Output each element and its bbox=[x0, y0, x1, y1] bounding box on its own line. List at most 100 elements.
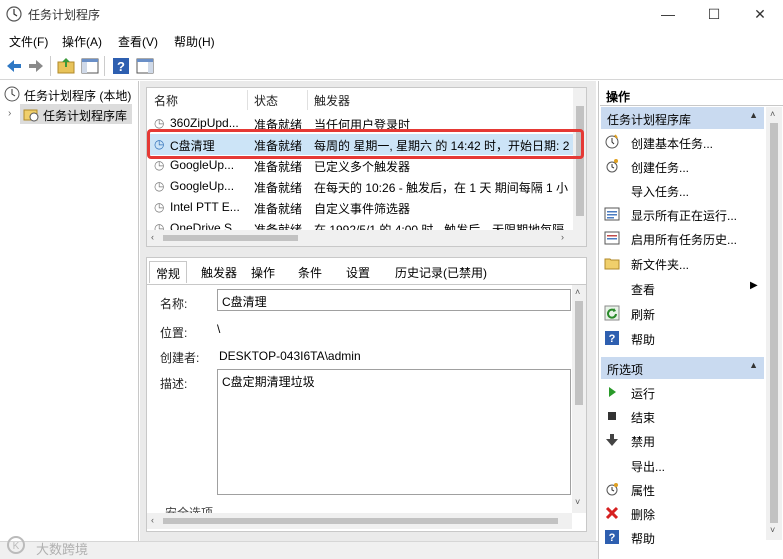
scroll-right-icon[interactable]: › bbox=[561, 232, 564, 242]
menu-file[interactable]: 文件(F) bbox=[9, 33, 48, 50]
forward-arrow-icon[interactable] bbox=[26, 56, 46, 76]
back-arrow-icon[interactable] bbox=[4, 56, 24, 76]
vscroll-thumb[interactable] bbox=[770, 123, 778, 523]
divider bbox=[600, 105, 783, 106]
tab-settings[interactable]: 设置 bbox=[340, 261, 376, 283]
console-tree bbox=[0, 81, 139, 541]
collapse-icon[interactable]: ▲ bbox=[749, 110, 758, 120]
folder-up-icon[interactable] bbox=[56, 56, 76, 76]
svg-text:?: ? bbox=[609, 532, 616, 544]
running-tasks-icon bbox=[604, 207, 620, 221]
task-list: 名称 状态 触发器 ◷ 360ZipUpd... 准备就绪 当任何用户登录时 ◷… bbox=[146, 87, 587, 247]
action-view[interactable]: 查看 ▶ bbox=[604, 278, 764, 298]
location-label: 位置: bbox=[160, 326, 188, 340]
action-disable[interactable]: 禁用 bbox=[604, 430, 764, 450]
action-properties[interactable]: 属性 bbox=[604, 479, 764, 499]
watermark-logo-icon: K bbox=[7, 536, 25, 554]
action-export[interactable]: 导出... bbox=[604, 455, 764, 475]
action-import-task[interactable]: 导入任务... bbox=[604, 180, 764, 200]
description-label: 描述: bbox=[160, 377, 188, 391]
column-header-trigger[interactable]: 触发器 bbox=[314, 92, 350, 109]
vscroll-thumb[interactable] bbox=[576, 106, 584, 216]
svg-text:?: ? bbox=[117, 59, 125, 74]
action-create-basic-task[interactable]: 创建基本任务... bbox=[604, 132, 764, 152]
menu-help[interactable]: 帮助(H) bbox=[174, 33, 215, 50]
scroll-down-icon[interactable]: ˅ bbox=[770, 525, 775, 535]
task-status: 准备就绪 bbox=[254, 202, 303, 216]
tree-root-label[interactable]: 任务计划程序 (本地) bbox=[24, 87, 131, 104]
scroll-down-icon[interactable]: ˅ bbox=[575, 497, 580, 507]
action-run[interactable]: 运行 bbox=[604, 382, 764, 402]
action-end[interactable]: 结束 bbox=[604, 406, 764, 426]
watermark-text: 大数跨境 bbox=[36, 542, 89, 557]
help-icon[interactable]: ? bbox=[111, 56, 131, 76]
maximize-button[interactable]: ☐ bbox=[691, 0, 737, 28]
action-help-selected[interactable]: ? 帮助 bbox=[604, 527, 764, 545]
help-icon: ? bbox=[605, 530, 619, 544]
table-row[interactable]: ◷ Intel PTT E... 准备就绪 自定义事件筛选器 bbox=[147, 197, 573, 218]
tree-item-library[interactable]: 任务计划程序库 bbox=[43, 107, 127, 124]
scroll-up-icon[interactable]: ˄ bbox=[575, 287, 580, 297]
collapse-icon[interactable]: ▲ bbox=[749, 360, 758, 370]
tab-conditions[interactable]: 条件 bbox=[292, 261, 328, 283]
name-field[interactable]: C盘清理 bbox=[217, 289, 571, 311]
menu-view[interactable]: 查看(V) bbox=[118, 33, 158, 50]
column-header-name[interactable]: 名称 bbox=[154, 92, 178, 109]
task-trigger: 在每天的 10:26 - 触发后，在 1 天 期间每隔 1 小 bbox=[314, 181, 569, 195]
close-button[interactable]: ✕ bbox=[737, 0, 783, 28]
action-show-running[interactable]: 显示所有正在运行... bbox=[604, 204, 764, 224]
window-title: 任务计划程序 bbox=[28, 8, 101, 22]
detail-hscroll[interactable]: ‹ bbox=[147, 513, 572, 529]
minimize-button[interactable]: — bbox=[645, 0, 691, 28]
scroll-up-icon[interactable]: ˄ bbox=[770, 109, 775, 119]
vscroll-thumb[interactable] bbox=[575, 301, 583, 405]
svg-text:?: ? bbox=[609, 333, 616, 345]
task-list-vscroll[interactable] bbox=[573, 88, 586, 230]
status-bar bbox=[0, 541, 598, 559]
task-name: GoogleUp... bbox=[170, 179, 235, 193]
action-new-folder[interactable]: 新文件夹... bbox=[604, 253, 764, 273]
toolbar-divider bbox=[104, 56, 105, 76]
action-create-task[interactable]: 创建任务... bbox=[604, 156, 764, 176]
show-hide-console-tree-icon[interactable] bbox=[80, 56, 100, 76]
section-selected-item[interactable]: 所选项 ▲ bbox=[601, 357, 764, 379]
tab-triggers[interactable]: 触发器 bbox=[195, 261, 243, 283]
tab-actions[interactable]: 操作 bbox=[245, 261, 281, 283]
action-help[interactable]: ? 帮助 bbox=[604, 328, 764, 348]
action-refresh[interactable]: 刷新 bbox=[604, 303, 764, 323]
create-task-icon bbox=[606, 159, 618, 173]
tab-general[interactable]: 常规 bbox=[149, 261, 188, 283]
action-pane-header: 操作 bbox=[606, 90, 631, 104]
task-status: 准备就绪 bbox=[254, 160, 303, 174]
task-status: 准备就绪 bbox=[254, 181, 303, 195]
hscroll-thumb[interactable] bbox=[163, 235, 298, 241]
show-action-pane-icon[interactable] bbox=[135, 56, 155, 76]
hscroll-thumb[interactable] bbox=[163, 518, 558, 524]
properties-icon bbox=[606, 483, 618, 496]
tab-history[interactable]: 历史记录(已禁用) bbox=[389, 261, 493, 283]
scroll-left-icon[interactable]: ‹ bbox=[151, 515, 154, 525]
menu-action[interactable]: 操作(A) bbox=[62, 33, 102, 50]
task-clock-icon: ◷ bbox=[154, 179, 165, 193]
task-list-hscroll[interactable]: ‹ › bbox=[147, 230, 586, 246]
name-label: 名称: bbox=[160, 297, 188, 311]
toolbar-divider bbox=[50, 56, 51, 76]
disable-arrow-icon bbox=[606, 434, 618, 446]
action-pane-vscroll[interactable]: ˄ ˅ bbox=[766, 107, 782, 540]
section-library[interactable]: 任务计划程序库 ▲ bbox=[601, 107, 764, 129]
expand-arrow-icon[interactable]: › bbox=[8, 108, 11, 119]
help-icon: ? bbox=[605, 331, 619, 345]
scroll-left-icon[interactable]: ‹ bbox=[151, 232, 154, 242]
table-row[interactable]: ◷ GoogleUp... 准备就绪 在每天的 10:26 - 触发后，在 1 … bbox=[147, 176, 573, 197]
task-detail-panel: 常规 触发器 操作 条件 设置 历史记录(已禁用) 名称: C盘清理 位置: \… bbox=[146, 257, 587, 532]
task-clock-icon: ◷ bbox=[154, 158, 165, 172]
column-divider bbox=[307, 90, 308, 110]
folder-clock-icon bbox=[23, 109, 39, 122]
action-enable-history[interactable]: 启用所有任务历史... bbox=[604, 228, 764, 248]
column-header-status[interactable]: 状态 bbox=[254, 92, 278, 109]
action-delete[interactable]: 删除 bbox=[604, 503, 764, 523]
task-scheduler-icon bbox=[6, 6, 22, 22]
description-field[interactable]: C盘定期清理垃圾 bbox=[217, 369, 571, 495]
detail-vscroll[interactable]: ˄ ˅ bbox=[572, 285, 586, 513]
location-value: \ bbox=[217, 322, 221, 336]
